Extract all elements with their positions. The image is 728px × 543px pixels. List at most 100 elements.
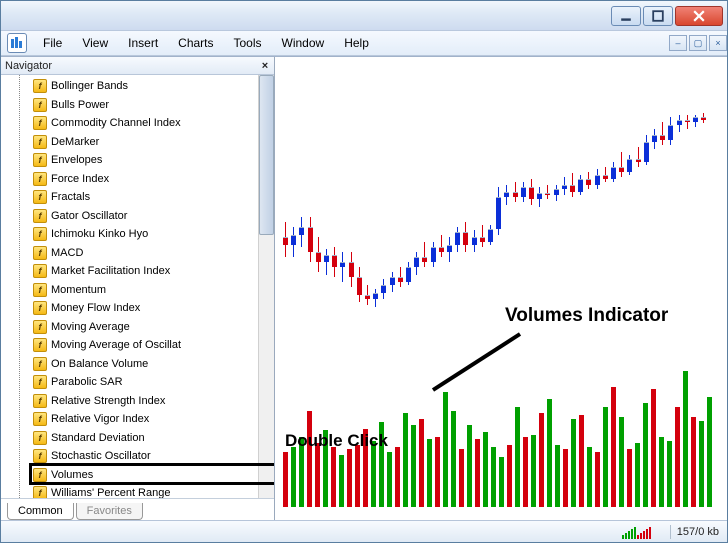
indicator-label: Moving Average of Oscillat xyxy=(51,339,181,351)
indicator-label: Momentum xyxy=(51,284,106,296)
annotation-volumes-label: Volumes Indicator xyxy=(505,305,668,327)
indicator-item[interactable]: f Fractals xyxy=(33,188,258,207)
indicator-item[interactable]: fMoving Average of Oscillat xyxy=(33,336,258,355)
indicator-label: Bulls Power xyxy=(51,99,109,111)
indicator-label: Gator Oscillator xyxy=(51,210,127,222)
indicator-label: Market Facilitation Index xyxy=(51,265,170,277)
indicator-item[interactable]: fMACD xyxy=(33,244,258,263)
indicator-item[interactable]: f Relative Strength Index xyxy=(33,392,258,411)
status-kb: 157/0 kb xyxy=(677,526,719,538)
status-separator xyxy=(670,525,671,539)
indicator-label: Relative Vigor Index xyxy=(51,413,149,425)
tree-guide-lines xyxy=(1,75,33,498)
indicator-item[interactable]: f Force Index xyxy=(33,170,258,189)
navigator-tabs: Common Favorites xyxy=(1,498,274,520)
indicator-icon: f xyxy=(33,209,47,223)
indicator-label: Force Index xyxy=(51,173,109,185)
indicator-item[interactable]: f Stochastic Oscillator xyxy=(33,447,258,466)
volume-indicator xyxy=(275,347,727,507)
indicator-icon: f xyxy=(33,227,47,241)
indicator-label: Fractals xyxy=(51,191,90,203)
menu-file[interactable]: File xyxy=(33,33,72,53)
indicator-item[interactable]: f Market Facilitation Index xyxy=(33,262,258,281)
indicator-label: Relative Strength Index xyxy=(51,395,165,407)
menu-view[interactable]: View xyxy=(72,33,118,53)
annotation-double-click-label: Double Click xyxy=(285,431,388,451)
indicator-icon: f xyxy=(33,357,47,371)
menu-help[interactable]: Help xyxy=(334,33,379,53)
navigator-scrollbar[interactable] xyxy=(258,75,274,498)
indicator-label: Volumes xyxy=(51,469,93,481)
indicator-label: Stochastic Oscillator xyxy=(51,450,151,462)
navigator-close-button[interactable]: × xyxy=(258,59,272,73)
tab-favorites[interactable]: Favorites xyxy=(76,503,143,520)
indicator-icon: f xyxy=(33,301,47,315)
navigator-panel: Navigator × f Bollinger Bands f Bulls Power… xyxy=(1,57,275,520)
navigator-header: Navigator × xyxy=(1,57,274,75)
navigator-title: Navigator xyxy=(5,60,52,72)
indicator-icon: f xyxy=(33,468,47,482)
indicator-icon: f xyxy=(33,283,47,297)
indicator-icon: f xyxy=(33,486,47,498)
indicator-label: Parabolic SAR xyxy=(51,376,123,388)
indicator-icon: f xyxy=(33,264,47,278)
indicator-icon: f xyxy=(33,246,47,260)
chart-area[interactable]: Volumes Indicator Double Click xyxy=(275,57,727,520)
indicator-list: f Bollinger Bands f Bulls Power f Commodity C… xyxy=(33,75,258,498)
indicator-item[interactable]: f Bulls Power xyxy=(33,96,258,115)
indicator-label: Bollinger Bands xyxy=(51,80,128,92)
scrollbar-thumb[interactable] xyxy=(259,75,274,235)
navigator-tree: f Bollinger Bands f Bulls Power f Commodity C… xyxy=(1,75,274,498)
indicator-item[interactable]: f On Balance Volume xyxy=(33,355,258,374)
indicator-item[interactable]: f Commodity Channel Index xyxy=(33,114,258,133)
indicator-icon: f xyxy=(33,98,47,112)
indicator-label: Money Flow Index xyxy=(51,302,140,314)
app-icon xyxy=(7,33,27,53)
mdi-minimize-button[interactable]: – xyxy=(669,35,687,51)
candlestick-chart xyxy=(275,67,727,322)
indicator-label: Standard Deviation xyxy=(51,432,145,444)
indicator-item[interactable]: f Bollinger Bands xyxy=(33,77,258,96)
indicator-item[interactable]: f Gator Oscillator xyxy=(33,207,258,226)
close-button[interactable] xyxy=(675,6,723,26)
maximize-button[interactable] xyxy=(643,6,673,26)
indicator-icon: f xyxy=(33,394,47,408)
indicator-icon: f xyxy=(33,431,47,445)
indicator-icon: f xyxy=(33,375,47,389)
indicator-item[interactable]: f Momentum xyxy=(33,281,258,300)
indicator-icon: f xyxy=(33,412,47,426)
indicator-label: Envelopes xyxy=(51,154,102,166)
minimize-button[interactable] xyxy=(611,6,641,26)
indicator-item[interactable]: f Standard Deviation xyxy=(33,429,258,448)
indicator-item[interactable]: f Envelopes xyxy=(33,151,258,170)
indicator-icon: f xyxy=(33,190,47,204)
indicator-label: Moving Average xyxy=(51,321,130,333)
indicator-icon: f xyxy=(33,153,47,167)
indicator-item[interactable]: f Relative Vigor Index xyxy=(33,410,258,429)
indicator-item[interactable]: fDeMarker xyxy=(33,133,258,152)
indicator-icon: f xyxy=(33,116,47,130)
menu-charts[interactable]: Charts xyxy=(168,33,223,53)
indicator-item[interactable]: f Parabolic SAR xyxy=(33,373,258,392)
indicator-item[interactable]: f Moving Average xyxy=(33,318,258,337)
indicator-icon: f xyxy=(33,79,47,93)
menu-window[interactable]: Window xyxy=(272,33,335,53)
menu-insert[interactable]: Insert xyxy=(118,33,168,53)
indicator-item[interactable]: fIchimoku Kinko Hyo xyxy=(33,225,258,244)
indicator-item[interactable]: f Williams' Percent Range xyxy=(33,484,258,498)
menubar: FileViewInsertChartsToolsWindowHelp – ▢ … xyxy=(1,31,727,56)
mdi-restore-button[interactable]: ▢ xyxy=(689,35,707,51)
workspace: Navigator × f Bollinger Bands f Bulls Power… xyxy=(1,56,727,520)
titlebar xyxy=(1,1,727,31)
menu-tools[interactable]: Tools xyxy=(224,33,272,53)
indicator-item[interactable]: f Money Flow Index xyxy=(33,299,258,318)
indicator-label: Williams' Percent Range xyxy=(51,487,170,498)
indicator-icon: f xyxy=(33,320,47,334)
indicator-icon: f xyxy=(33,172,47,186)
indicator-label: On Balance Volume xyxy=(51,358,148,370)
mdi-close-button[interactable]: × xyxy=(709,35,727,51)
indicator-icon: f xyxy=(33,449,47,463)
indicator-label: Commodity Channel Index xyxy=(51,117,181,129)
indicator-item[interactable]: f Volumes xyxy=(33,466,258,485)
tab-common[interactable]: Common xyxy=(7,503,74,520)
